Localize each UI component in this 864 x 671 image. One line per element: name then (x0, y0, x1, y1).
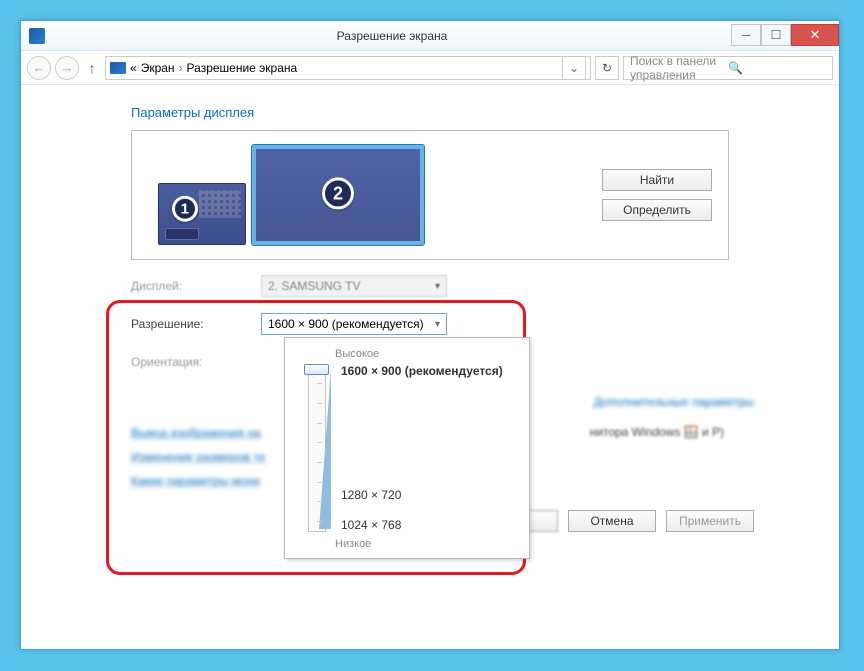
search-input[interactable]: Поиск в панели управления 🔍 (623, 56, 833, 80)
advanced-params-link[interactable]: Дополнительные параметры (594, 395, 754, 409)
monitor-1[interactable]: 1 (158, 183, 246, 245)
chevron-down-icon: ▾ (435, 319, 440, 330)
chevron-right-icon: › (179, 61, 183, 75)
refresh-button[interactable]: ↻ (595, 56, 619, 80)
resolution-option-1600x900[interactable]: 1600 × 900 (рекомендуется) (341, 364, 503, 378)
slider-label-high: Высокое (335, 348, 517, 360)
forward-button[interactable]: → (55, 56, 79, 80)
window-controls (731, 25, 839, 46)
monitor-2-badge: 2 (322, 177, 354, 209)
resolution-value: 1600 × 900 (рекомендуется) (268, 317, 435, 331)
maximize-button[interactable] (761, 24, 791, 46)
resolution-option-1024x768[interactable]: 1024 × 768 (341, 518, 401, 532)
section-title: Параметры дисплея (131, 105, 729, 120)
window-title: Разрешение экрана (53, 29, 731, 43)
chevron-down-icon: ▾ (435, 281, 440, 292)
breadcrumb-dropdown[interactable]: ⌄ (562, 57, 586, 79)
slider-label-low: Низкое (335, 538, 371, 550)
resolution-row: Разрешение: 1600 × 900 (рекомендуется) ▾ (131, 312, 729, 336)
close-button[interactable] (791, 24, 839, 46)
display-select[interactable]: 2. SAMSUNG TV ▾ (261, 275, 447, 297)
find-button[interactable]: Найти (602, 169, 712, 191)
projector-hint: нитора Windows 🪟 и P) (590, 425, 724, 439)
breadcrumb-ellipsis: « (130, 61, 137, 75)
resolution-option-1280x720[interactable]: 1280 × 720 (341, 488, 401, 502)
slider-track (308, 366, 326, 532)
monitor-arrangement[interactable]: 1 2 (148, 145, 582, 245)
resolution-slider[interactable] (301, 366, 333, 532)
up-button[interactable]: ↑ (83, 60, 101, 76)
apply-button[interactable]: Применить (666, 510, 754, 532)
breadcrumb-item-resolution[interactable]: Разрешение экрана (187, 61, 298, 75)
cancel-button[interactable]: Отмена (568, 510, 656, 532)
display-side-buttons: Найти Определить (602, 169, 712, 221)
resolution-dropdown-panel: Высокое 1600 × 900 (рекомендуется) 1280 … (284, 337, 530, 559)
display-icon (110, 62, 126, 74)
identify-button[interactable]: Определить (602, 199, 712, 221)
orientation-label: Ориентация: (131, 355, 261, 369)
monitor-taskbar-icon (165, 228, 199, 240)
resolution-label: Разрешение: (131, 317, 261, 331)
breadcrumb[interactable]: « Экран › Разрешение экрана ⌄ (105, 56, 591, 80)
resolution-select[interactable]: 1600 × 900 (рекомендуется) ▾ (261, 313, 447, 335)
monitor-2[interactable]: 2 (252, 145, 424, 245)
back-button[interactable]: ← (27, 56, 51, 80)
breadcrumb-item-screen[interactable]: Экран (141, 61, 175, 75)
navigation-bar: ← → ↑ « Экран › Разрешение экрана ⌄ ↻ По… (21, 51, 839, 85)
search-placeholder: Поиск в панели управления (630, 54, 728, 82)
display-preview: 1 2 Найти Определить (131, 130, 729, 260)
titlebar: Разрешение экрана (21, 21, 839, 51)
monitor-1-badge: 1 (172, 196, 198, 222)
monitor-grid-icon (199, 190, 241, 218)
display-row: Дисплей: 2. SAMSUNG TV ▾ (131, 274, 729, 298)
link-resize-text[interactable]: Изменение размеров те (131, 450, 265, 464)
link-which-params[interactable]: Какие параметры мони (131, 474, 260, 488)
display-label: Дисплей: (131, 279, 261, 293)
slider-thumb[interactable] (304, 364, 329, 375)
minimize-button[interactable] (731, 24, 761, 46)
slider-ticks (317, 367, 322, 531)
display-value: 2. SAMSUNG TV (268, 279, 435, 293)
search-icon: 🔍 (728, 61, 826, 75)
control-panel-icon (29, 28, 45, 44)
window: Разрешение экрана ← → ↑ « Экран › Разреш… (20, 20, 840, 650)
link-output-image[interactable]: Вывод изображения на (131, 426, 261, 440)
